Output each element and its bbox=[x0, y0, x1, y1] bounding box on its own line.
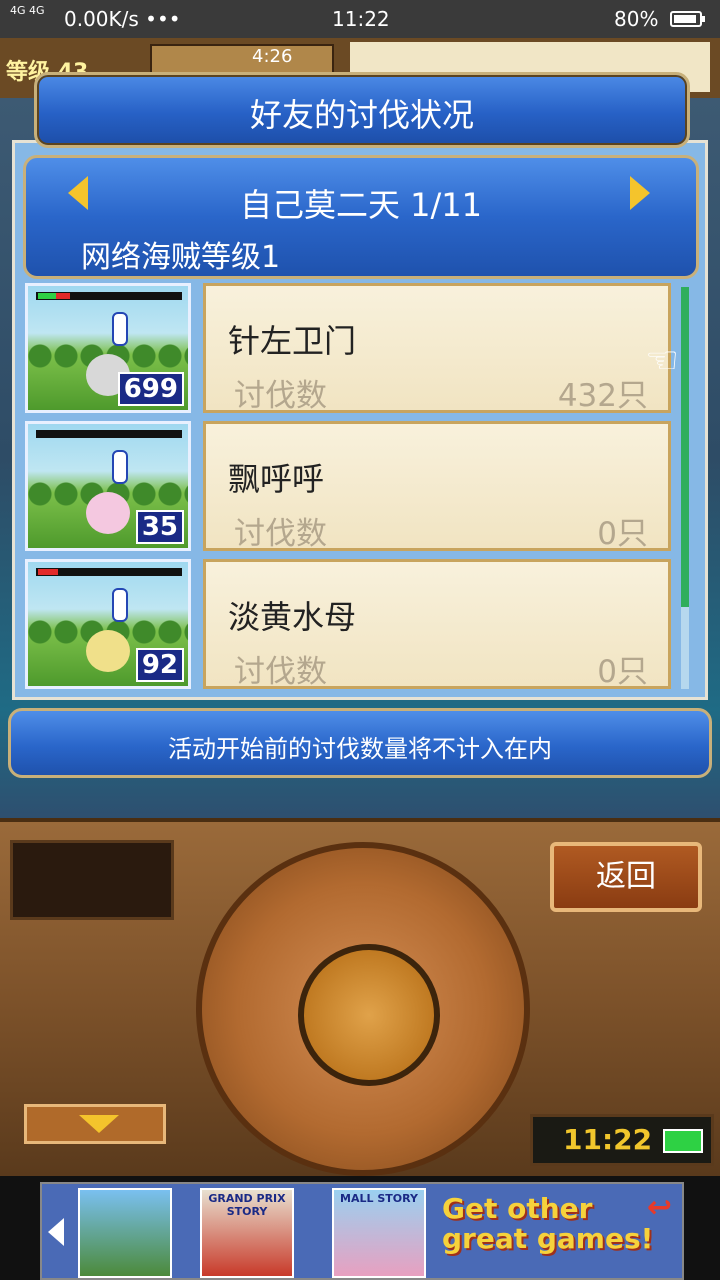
alert-icon bbox=[112, 450, 128, 484]
alert-icon bbox=[112, 312, 128, 346]
monster-count: 92 bbox=[135, 648, 184, 682]
network-indicator: 4G 4G bbox=[10, 4, 45, 17]
next-friend-arrow-icon[interactable] bbox=[630, 176, 650, 210]
monster-sprite-icon bbox=[86, 630, 130, 672]
monster-info: 淡黄水母 讨伐数 0只 bbox=[203, 559, 671, 690]
ad-prev-arrow-icon[interactable] bbox=[48, 1218, 64, 1246]
monster-row[interactable]: 92 淡黄水母 讨伐数 0只 bbox=[25, 559, 675, 691]
monster-count: 35 bbox=[135, 510, 184, 544]
notice-text: 活动开始前的讨伐数量将不计入在内 bbox=[168, 735, 552, 763]
monster-name: 针左卫门 bbox=[228, 322, 357, 360]
monster-sprite-icon bbox=[86, 492, 130, 534]
kill-label: 讨伐数 bbox=[234, 516, 327, 552]
kill-label: 讨伐数 bbox=[234, 654, 327, 690]
dialog-title: 好友的讨伐状况 bbox=[249, 96, 474, 134]
ad-game-label: MALL STORY bbox=[340, 1192, 418, 1205]
monster-thumbnail: 35 bbox=[25, 421, 191, 551]
game-clock: 11:22 bbox=[530, 1114, 714, 1166]
chevron-down-icon bbox=[79, 1115, 119, 1133]
status-time: 11:22 bbox=[332, 7, 390, 31]
monster-row[interactable]: 35 飘呼呼 讨伐数 0只 bbox=[25, 421, 675, 553]
pirate-level: 网络海贼等级1 bbox=[81, 240, 281, 275]
monster-thumbnail: 699 bbox=[25, 283, 191, 413]
back-button[interactable]: 返回 bbox=[550, 842, 702, 912]
monster-list[interactable]: 699 针左卫门 讨伐数 432只 35 飘呼呼 讨伐数 0只 92 淡黄水母 … bbox=[25, 283, 675, 693]
monster-count: 699 bbox=[117, 372, 184, 406]
pointing-hand-icon: ☜ bbox=[645, 338, 680, 382]
ad-banner[interactable]: GRAND PRIX STORY MALL STORY Get other gr… bbox=[0, 1176, 720, 1280]
monster-info: 针左卫门 讨伐数 432只 bbox=[203, 283, 671, 414]
monster-info: 飘呼呼 讨伐数 0只 bbox=[203, 421, 671, 552]
monster-row[interactable]: 699 针左卫门 讨伐数 432只 bbox=[25, 283, 675, 415]
game-controller: 返回 11:22 bbox=[0, 818, 720, 1176]
hp-bar bbox=[36, 292, 182, 300]
friend-name: 自己莫二天 1/11 bbox=[239, 186, 483, 224]
ad-game-mall-icon[interactable]: MALL STORY bbox=[332, 1188, 426, 1278]
network-speed: 0.00K/s ••• bbox=[64, 7, 181, 31]
kill-count: 432只 bbox=[557, 378, 648, 414]
scrollbar-thumb[interactable] bbox=[681, 287, 689, 607]
kill-label: 讨伐数 bbox=[234, 378, 327, 414]
battery-icon bbox=[670, 11, 705, 27]
return-arrow-icon: ↩ bbox=[646, 1190, 672, 1225]
friend-hunt-dialog: 自己莫二天 1/11 网络海贼等级1 699 针左卫门 讨伐数 432只 35 … bbox=[12, 140, 708, 700]
notice-banner: 活动开始前的讨伐数量将不计入在内 bbox=[8, 708, 712, 778]
kill-count: 0只 bbox=[597, 654, 648, 690]
status-bar: 4G 4G 0.00K/s ••• 11:22 80% bbox=[0, 0, 720, 38]
hp-bar bbox=[36, 568, 182, 576]
battery-percent: 80% bbox=[614, 7, 659, 31]
ad-game-castle-icon[interactable] bbox=[78, 1188, 172, 1278]
title-banner: 好友的讨伐状况 bbox=[34, 72, 690, 148]
monster-name: 飘呼呼 bbox=[228, 460, 325, 498]
hud-clock: 4:26 bbox=[252, 46, 293, 67]
game-clock-time: 11:22 bbox=[563, 1123, 653, 1156]
alert-icon bbox=[112, 588, 128, 622]
ad-game-grandprix-icon[interactable]: GRAND PRIX STORY bbox=[200, 1188, 294, 1278]
monster-name: 淡黄水母 bbox=[228, 598, 357, 636]
controller-screen bbox=[10, 840, 174, 920]
friend-header: 自己莫二天 1/11 网络海贼等级1 bbox=[23, 155, 699, 279]
game-battery-icon bbox=[663, 1129, 703, 1153]
dpad-dial[interactable] bbox=[196, 842, 530, 1176]
ad-game-label: GRAND PRIX STORY bbox=[208, 1192, 286, 1218]
monster-thumbnail: 92 bbox=[25, 559, 191, 689]
ad-cta[interactable]: Get other great games! bbox=[442, 1194, 672, 1254]
hud-panel bbox=[150, 44, 334, 74]
ad-content[interactable]: GRAND PRIX STORY MALL STORY Get other gr… bbox=[40, 1182, 684, 1280]
menu-toggle-button[interactable] bbox=[24, 1104, 166, 1144]
hp-bar bbox=[36, 430, 182, 438]
kill-count: 0只 bbox=[597, 516, 648, 552]
dpad-center-button[interactable] bbox=[298, 944, 440, 1086]
